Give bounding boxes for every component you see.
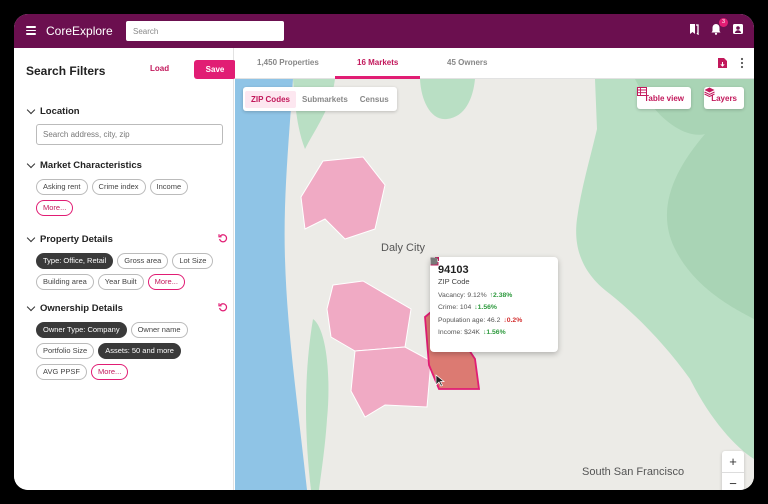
zip-info-popup: 94103 ZIP Code Vacancy: 9.12% ↑2.38% Cri… — [430, 257, 558, 352]
location-section: Location — [26, 104, 226, 145]
filter-chip-owner-name[interactable]: Owner name — [130, 322, 188, 338]
more-filters-button[interactable]: More... — [90, 364, 129, 380]
results-tabs: 1,450 Properties 16 Markets 45 Owners — [235, 48, 754, 79]
boundary-type-selector: ZIP Codes Submarkets Census — [243, 87, 397, 111]
trend-up: ↑2.38% — [489, 291, 513, 299]
popup-row-crime: Crime: 104 ↓1.56% — [430, 257, 550, 312]
filters-sidebar: Search Filters Load Save Location Market… — [14, 48, 236, 490]
app-title: CoreExplore — [46, 24, 113, 38]
location-section-header[interactable]: Location — [26, 104, 226, 118]
city-label-south-san-francisco: South San Francisco — [582, 466, 685, 478]
zoom-in-button[interactable]: + — [722, 451, 744, 473]
tab-markets[interactable]: 16 Markets — [357, 58, 398, 67]
market-section: Market Characteristics Asking rent Crime… — [26, 158, 226, 216]
export-file-icon[interactable] — [717, 57, 728, 69]
load-button[interactable]: Load — [150, 64, 169, 73]
chevron-down-icon — [26, 159, 36, 168]
notifications-button[interactable]: 3 — [710, 18, 728, 35]
segment-submarkets[interactable]: Submarkets — [296, 91, 354, 108]
table-view-label: Table view — [644, 93, 684, 103]
popup-row-vacancy: Vacancy: 9.12% ↑2.38% — [430, 258, 550, 299]
chevron-down-icon — [26, 302, 36, 311]
segment-census[interactable]: Census — [354, 91, 395, 108]
property-section-header[interactable]: Property Details — [26, 232, 228, 246]
filter-chip-year-built[interactable]: Year Built — [97, 274, 144, 290]
chevron-down-icon — [26, 233, 36, 242]
popup-row-label: Population age: 46.2 — [438, 316, 501, 324]
city-label-daly-city: Daly City — [381, 242, 426, 254]
section-title: Property Details — [40, 233, 113, 245]
popup-type: ZIP Code — [438, 277, 470, 286]
top-bar: CoreExplore 3 — [14, 14, 754, 48]
trend-value: 1.56% — [477, 304, 497, 312]
filter-chip-assets[interactable]: Assets: 50 and more — [98, 343, 181, 359]
popup-row-label: Vacancy: 9.12% — [438, 291, 487, 299]
trend-value: 1.56% — [486, 329, 506, 337]
property-section: Property Details Type: Office, Retail Gr… — [26, 232, 228, 290]
reset-icon[interactable] — [218, 302, 228, 312]
popup-row-income: Income: $24K ↓1.56% — [430, 257, 550, 337]
notification-badge: 3 — [719, 18, 728, 27]
filter-chip-asking-rent[interactable]: Asking rent — [36, 179, 88, 195]
filter-chip-income[interactable]: Income — [149, 179, 189, 195]
segment-zip-codes[interactable]: ZIP Codes — [245, 90, 296, 108]
hamburger-menu-icon[interactable] — [26, 26, 36, 35]
reset-icon[interactable] — [218, 233, 228, 243]
location-search-input[interactable] — [36, 124, 223, 145]
tab-owners[interactable]: 45 Owners — [447, 58, 487, 67]
more-filters-button[interactable]: More... — [147, 274, 185, 290]
chevron-down-icon — [26, 105, 36, 114]
popup-row-label: Income: $24K — [438, 329, 480, 337]
market-section-header[interactable]: Market Characteristics — [26, 158, 226, 172]
bookmarks-icon[interactable] — [688, 23, 700, 35]
zoom-out-button[interactable]: − — [722, 473, 744, 490]
ownership-section-header[interactable]: Ownership Details — [26, 301, 228, 315]
map-view[interactable]: ZIP Codes Submarkets Census Table view L… — [235, 79, 754, 490]
filter-chip-portfolio-size[interactable]: Portfolio Size — [36, 343, 95, 359]
popup-row-population: Population age: 46.2 ↓0.2% — [430, 257, 550, 324]
filter-chip-avg-ppsf[interactable]: AVG PPSF — [36, 364, 87, 380]
section-title: Location — [40, 105, 80, 117]
layers-icon — [704, 87, 715, 97]
app-window: CoreExplore 3 Search Filters Load Save L… — [14, 14, 754, 490]
trend-down: ↓0.2% — [503, 316, 523, 324]
filter-chip-type[interactable]: Type: Office, Retail — [36, 253, 114, 269]
account-icon[interactable] — [732, 23, 744, 35]
trend-down: ↓1.56% — [482, 329, 506, 337]
section-title: Market Characteristics — [40, 159, 142, 171]
table-view-button[interactable]: Table view — [637, 87, 691, 109]
filter-chip-crime-index[interactable]: Crime index — [91, 179, 146, 195]
popup-zip-code: 94103 — [438, 264, 469, 276]
zoom-controls: + − — [722, 451, 744, 490]
popup-row-label: Crime: 104 — [438, 304, 472, 312]
tab-properties[interactable]: 1,450 Properties — [257, 58, 319, 67]
money-icon — [430, 257, 438, 264]
table-icon — [637, 87, 648, 96]
ownership-section: Ownership Details Owner Type: Company Ow… — [26, 301, 228, 380]
save-button[interactable]: Save — [194, 60, 236, 79]
more-filters-button[interactable]: More... — [36, 200, 74, 216]
filters-title: Search Filters — [26, 64, 106, 78]
section-title: Ownership Details — [40, 302, 123, 314]
filter-chip-gross-area[interactable]: Gross area — [117, 253, 169, 269]
trend-down: ↓1.56% — [474, 304, 497, 312]
trend-value: 2.38% — [493, 291, 513, 299]
layers-button[interactable]: Layers — [704, 87, 744, 109]
filter-chip-owner-type[interactable]: Owner Type: Company — [36, 322, 127, 338]
more-vert-icon[interactable] — [740, 57, 744, 69]
trend-value: 0.2% — [506, 316, 523, 324]
filter-chip-lot-size[interactable]: Lot Size — [172, 253, 214, 269]
search-input[interactable] — [126, 21, 284, 41]
filter-chip-building-area[interactable]: Building area — [36, 274, 94, 290]
